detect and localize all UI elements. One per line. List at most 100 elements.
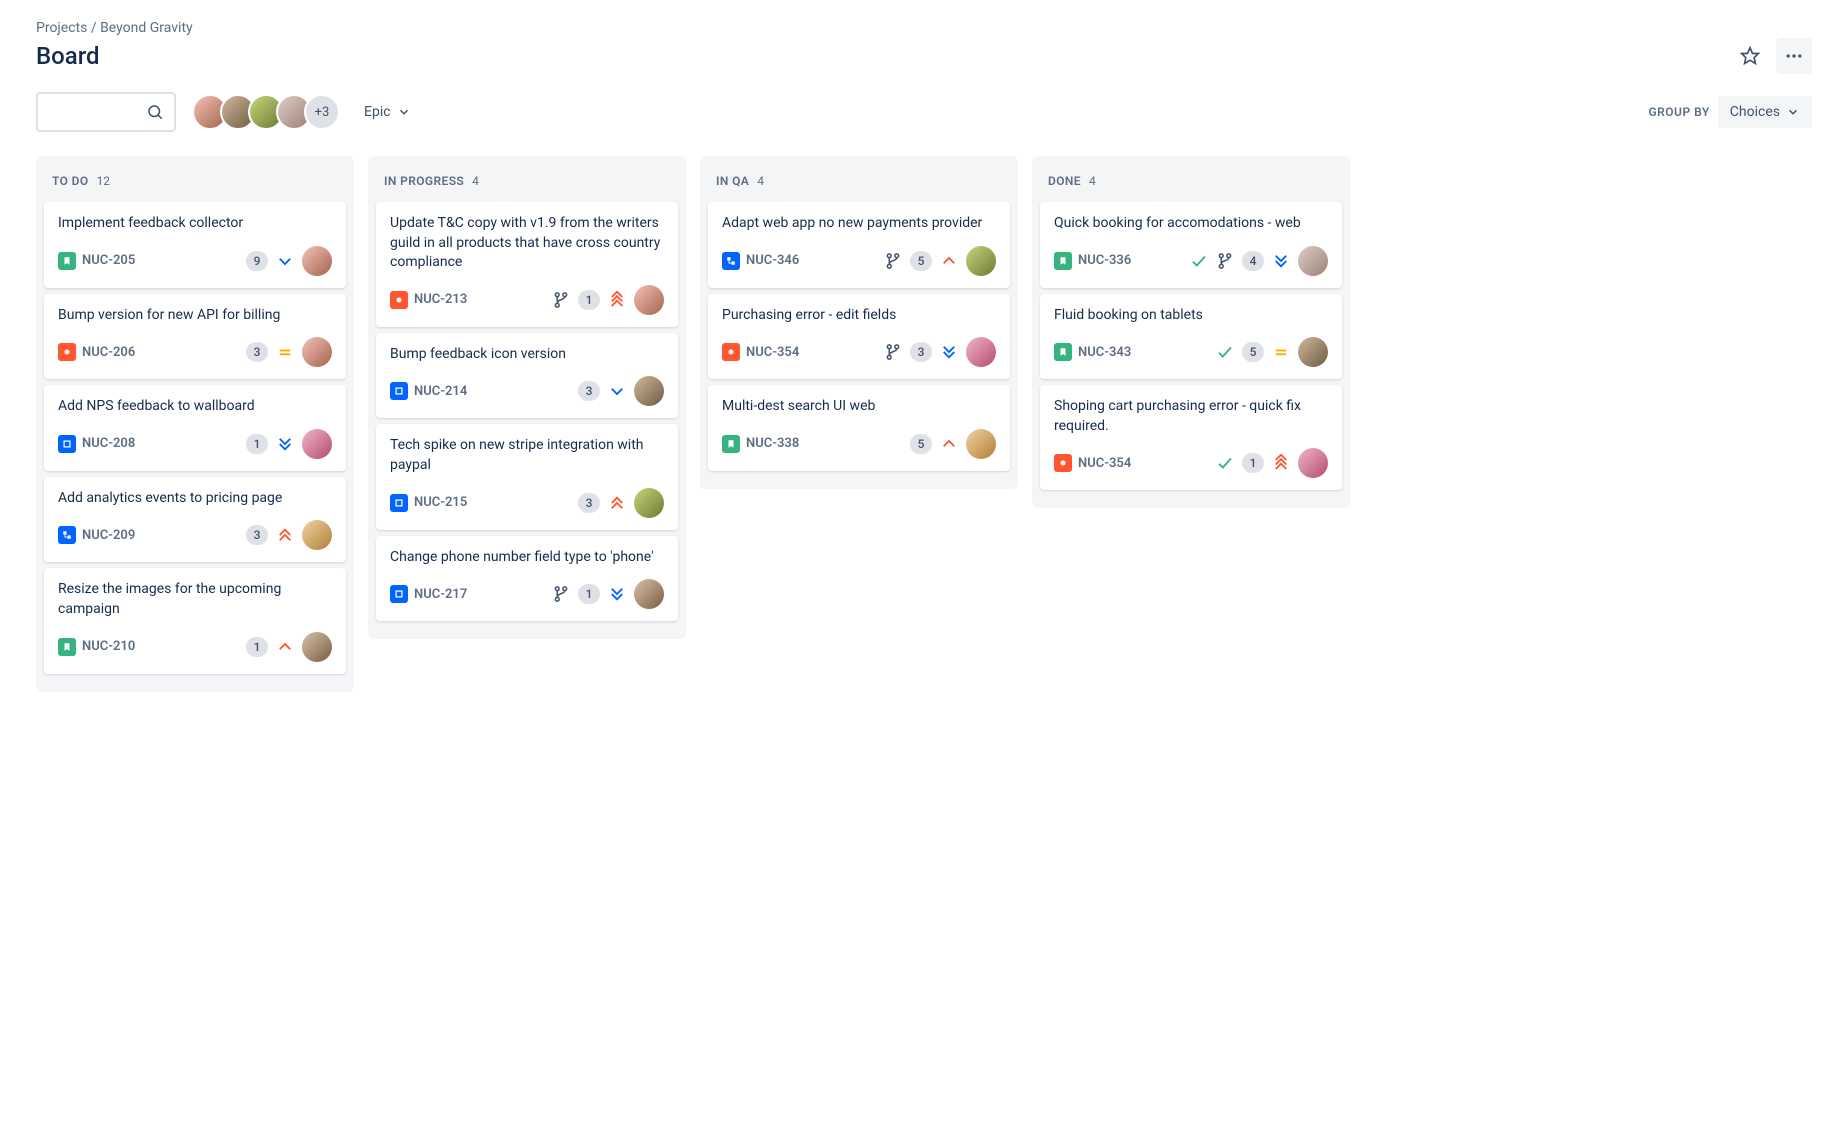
column-title: TO DO <box>52 174 89 188</box>
search-input[interactable] <box>36 92 176 132</box>
avatar-stack[interactable]: +3 <box>192 94 340 130</box>
story-points-badge: 1 <box>246 637 268 657</box>
issue-key: NUC-205 <box>82 253 135 268</box>
column: IN QA 4 Adapt web app no new payments prov… <box>700 156 1018 489</box>
issue-card[interactable]: Implement feedback collectorNUC-2059 <box>44 202 346 288</box>
task-issue-icon <box>390 382 408 400</box>
issue-card[interactable]: Bump feedback icon versionNUC-2143 <box>376 333 678 419</box>
assignee-avatar[interactable] <box>1298 448 1328 478</box>
issue-card[interactable]: Update T&C copy with v1.9 from the write… <box>376 202 678 327</box>
issue-card[interactable]: Add NPS feedback to wallboardNUC-2081 <box>44 385 346 471</box>
column-count: 4 <box>757 174 764 188</box>
card-title: Add analytics events to pricing page <box>58 489 332 509</box>
sub-issue-icon <box>722 252 740 270</box>
card-title: Fluid booking on tablets <box>1054 306 1328 326</box>
assignee-avatar[interactable] <box>966 429 996 459</box>
story-issue-icon <box>722 435 740 453</box>
priority-lowest-icon <box>608 585 626 603</box>
assignee-avatar[interactable] <box>634 488 664 518</box>
column-count: 4 <box>1089 174 1096 188</box>
story-points-badge: 5 <box>1242 342 1264 362</box>
priority-high-icon <box>276 526 294 544</box>
column-title: DONE <box>1048 174 1081 188</box>
chevron-down-icon <box>1786 105 1800 119</box>
chevron-down-icon <box>397 105 411 119</box>
star-button[interactable] <box>1732 38 1768 74</box>
story-issue-icon <box>1054 343 1072 361</box>
card-title: Bump version for new API for billing <box>58 306 332 326</box>
issue-card[interactable]: Change phone number field type to 'phone… <box>376 536 678 622</box>
assignee-avatar[interactable] <box>302 520 332 550</box>
priority-lowest-icon <box>940 343 958 361</box>
avatar-overflow[interactable]: +3 <box>304 94 340 130</box>
issue-key: NUC-217 <box>414 587 467 602</box>
assignee-avatar[interactable] <box>966 337 996 367</box>
card-title: Multi-dest search UI web <box>722 397 996 417</box>
breadcrumb-root[interactable]: Projects <box>36 20 87 36</box>
column: TO DO12Implement feedback collectorNUC-2… <box>36 156 354 692</box>
issue-card[interactable]: Adapt web app no new payments provider NU… <box>708 202 1010 288</box>
breadcrumb: Projects / Beyond Gravity <box>36 20 1812 36</box>
done-check-icon <box>1216 343 1234 361</box>
search-icon <box>146 103 164 121</box>
branch-icon <box>1216 252 1234 270</box>
issue-key: NUC-354 <box>1078 456 1131 471</box>
card-title: Adapt web app no new payments provider <box>722 214 996 234</box>
story-points-badge: 1 <box>578 584 600 604</box>
story-points-badge: 1 <box>1242 453 1264 473</box>
card-title: Bump feedback icon version <box>390 345 664 365</box>
story-points-badge: 9 <box>246 251 268 271</box>
issue-key: NUC-354 <box>746 345 799 360</box>
assignee-avatar[interactable] <box>634 579 664 609</box>
issue-key: NUC-208 <box>82 436 135 451</box>
story-issue-icon <box>58 638 76 656</box>
assignee-avatar[interactable] <box>302 632 332 662</box>
priority-lowest-icon <box>276 435 294 453</box>
issue-card[interactable]: Tech spike on new stripe integration wit… <box>376 424 678 529</box>
issue-card[interactable]: Resize the images for the upcoming campa… <box>44 568 346 673</box>
assignee-avatar[interactable] <box>302 429 332 459</box>
epic-filter[interactable]: Epic <box>356 98 419 126</box>
star-icon <box>1740 46 1760 66</box>
assignee-avatar[interactable] <box>302 337 332 367</box>
card-title: Purchasing error - edit fields <box>722 306 996 326</box>
issue-card[interactable]: Purchasing error - edit fieldsNUC-3543 <box>708 294 1010 380</box>
bug-issue-icon <box>58 343 76 361</box>
breadcrumb-project[interactable]: Beyond Gravity <box>100 20 193 36</box>
issue-key: NUC-336 <box>1078 253 1131 268</box>
issue-key: NUC-214 <box>414 384 467 399</box>
story-points-badge: 3 <box>246 342 268 362</box>
issue-card[interactable]: Quick booking for accomodations - webNUC… <box>1040 202 1342 288</box>
branch-icon <box>884 343 902 361</box>
issue-key: NUC-213 <box>414 292 467 307</box>
card-title: Update T&C copy with v1.9 from the write… <box>390 214 664 273</box>
branch-icon <box>884 252 902 270</box>
issue-card[interactable]: Multi-dest search UI webNUC-3385 <box>708 385 1010 471</box>
story-points-badge: 5 <box>910 251 932 271</box>
assignee-avatar[interactable] <box>634 285 664 315</box>
done-check-icon <box>1216 454 1234 472</box>
story-points-badge: 3 <box>578 493 600 513</box>
more-button[interactable] <box>1776 38 1812 74</box>
issue-key: NUC-346 <box>746 253 799 268</box>
assignee-avatar[interactable] <box>302 246 332 276</box>
bug-issue-icon <box>390 291 408 309</box>
group-by-label: GROUP BY <box>1648 105 1709 119</box>
assignee-avatar[interactable] <box>634 376 664 406</box>
story-points-badge: 4 <box>1242 251 1264 271</box>
column-title: IN PROGRESS <box>384 174 464 188</box>
assignee-avatar[interactable] <box>1298 337 1328 367</box>
bug-issue-icon <box>1054 454 1072 472</box>
story-points-badge: 1 <box>246 434 268 454</box>
assignee-avatar[interactable] <box>1298 246 1328 276</box>
board: TO DO12Implement feedback collectorNUC-2… <box>36 156 1812 692</box>
assignee-avatar[interactable] <box>966 246 996 276</box>
done-check-icon <box>1190 252 1208 270</box>
column-title: IN QA <box>716 174 749 188</box>
story-points-badge: 1 <box>578 290 600 310</box>
issue-card[interactable]: Add analytics events to pricing pageNUC-… <box>44 477 346 563</box>
issue-card[interactable]: Fluid booking on tabletsNUC-3435 <box>1040 294 1342 380</box>
issue-card[interactable]: Shoping cart purchasing error - quick fi… <box>1040 385 1342 490</box>
issue-card[interactable]: Bump version for new API for billingNUC-… <box>44 294 346 380</box>
group-by-select[interactable]: Choices <box>1718 96 1812 128</box>
